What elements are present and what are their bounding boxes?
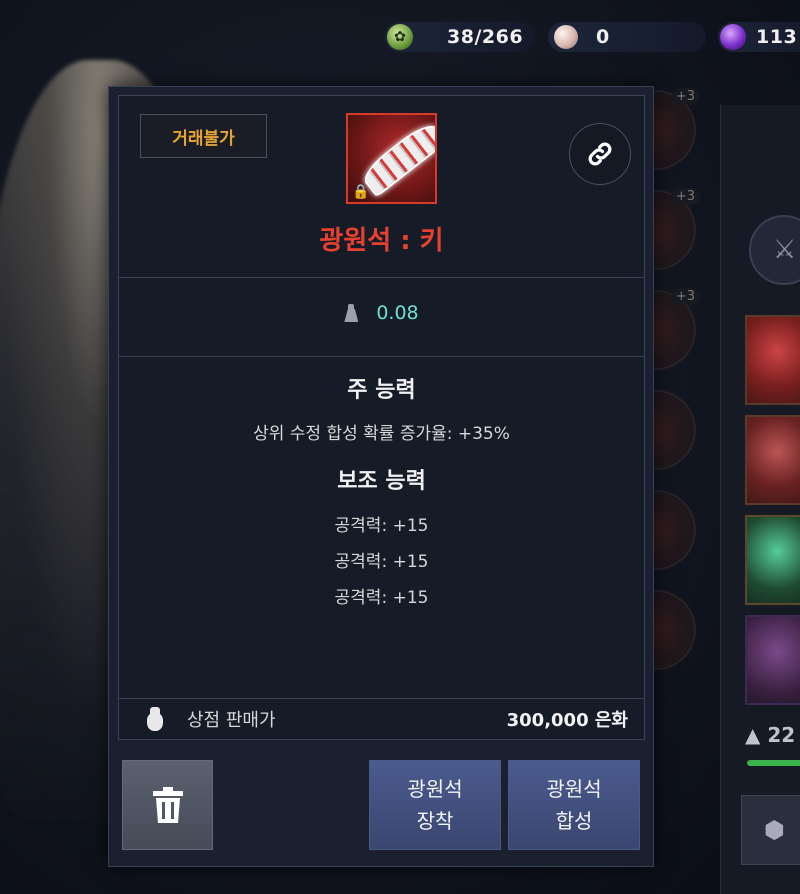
currency-value: 113 — [756, 26, 798, 48]
weight-row: 0.08 — [119, 302, 644, 324]
synthesize-light-stone-button[interactable]: 광원석 합성 — [508, 760, 640, 850]
link-button[interactable] — [569, 123, 631, 185]
inventory-item-red-crystal[interactable] — [745, 315, 800, 405]
purple-orb-icon — [720, 24, 746, 50]
pearl-icon — [554, 25, 578, 49]
shop-price-value: 300,000 은화 — [506, 710, 628, 731]
divider — [119, 356, 644, 357]
button-label: 광원석 — [407, 777, 463, 801]
sub-ability-stat: 공격력: +15 — [334, 588, 429, 608]
inventory-weight: ▲ 22 — [745, 723, 796, 747]
button-label: 광원석 — [546, 777, 602, 801]
currency-pearl: 0 — [548, 22, 706, 52]
weight-icon — [344, 304, 358, 322]
crossed-swords-icon[interactable]: ⚔ — [749, 215, 800, 285]
light-stone-icon — [358, 118, 435, 198]
inventory-weight-bar — [747, 760, 800, 766]
item-info-box: 거래불가 🔒 광원석 : 키 0.08 주 능력 상위 수정 합성 확률 증가율… — [118, 95, 645, 740]
slot-enhance-badge: +3 — [670, 288, 700, 305]
currency-value: 0 — [596, 26, 610, 48]
currency-value: 38/266 — [447, 26, 524, 48]
link-icon — [588, 142, 612, 166]
inventory-item-purple-orb[interactable] — [745, 615, 800, 705]
main-ability-title: 주 능력 — [347, 378, 416, 403]
money-bag-icon — [143, 707, 165, 731]
inventory-panel: ⚔ ▲ 22 ⬢ — [720, 105, 800, 894]
item-weight: 0.08 — [376, 302, 419, 324]
green-crest-icon: ✿ — [387, 24, 413, 50]
slot-enhance-badge: +3 — [670, 88, 700, 105]
delete-button[interactable] — [122, 760, 213, 850]
inventory-item-green-crystal[interactable] — [745, 515, 800, 605]
sub-ability-title: 보조 능력 — [337, 469, 426, 494]
trash-icon — [152, 787, 183, 823]
box-icon[interactable]: ⬢ — [741, 795, 800, 865]
slot-enhance-badge: +3 — [670, 188, 700, 205]
main-ability-stat: 상위 수정 합성 확률 증가율: +35% — [253, 424, 510, 444]
currency-purple-orb: 113 — [718, 22, 800, 52]
inventory-item-light-stone[interactable] — [745, 415, 800, 505]
shop-price-row: 상점 판매가 300,000 은화 — [119, 699, 644, 739]
equip-light-stone-button[interactable]: 광원석 장착 — [369, 760, 501, 850]
button-label: 합성 — [555, 809, 593, 833]
button-label: 장착 — [416, 809, 454, 833]
untradeable-badge: 거래불가 — [140, 114, 267, 158]
sub-ability-stat: 공격력: +15 — [334, 516, 429, 536]
shop-price-label: 상점 판매가 — [187, 710, 276, 731]
sub-ability-stat: 공격력: +15 — [334, 552, 429, 572]
item-icon: 🔒 — [346, 113, 437, 204]
item-tooltip: 거래불가 🔒 광원석 : 키 0.08 주 능력 상위 수정 합성 확률 증가율… — [108, 86, 654, 867]
item-name: 광원석 : 키 — [319, 226, 444, 256]
lock-icon: 🔒 — [352, 184, 370, 200]
currency-crest: ✿ 38/266 — [385, 22, 535, 52]
divider — [119, 277, 644, 278]
